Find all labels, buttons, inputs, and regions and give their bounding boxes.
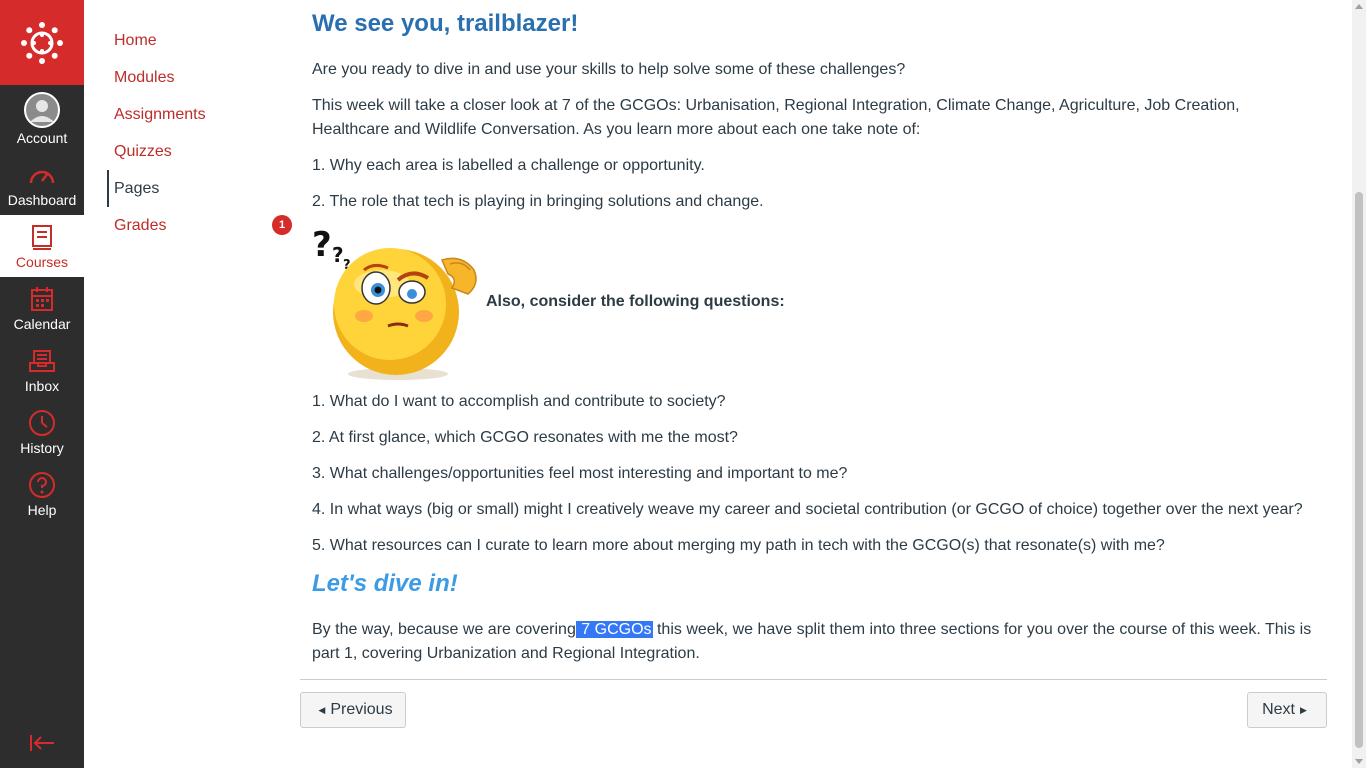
course-nav-quizzes[interactable]: Quizzes [108,133,278,170]
note-point: 2. The role that tech is playing in brin… [312,193,764,210]
help-icon [24,470,60,500]
svg-text:?: ? [332,243,344,267]
scroll-down-icon[interactable] [1355,759,1363,764]
grades-count-badge: 1 [272,215,292,235]
next-label: Next [1262,701,1295,718]
question-item: 3. What challenges/opportunities feel mo… [312,465,848,482]
vertical-scrollbar[interactable] [1352,0,1366,768]
question-item: 5. What resources can I curate to learn … [312,537,1165,554]
footer-divider [300,679,1327,680]
courses-icon [24,222,60,252]
history-icon [24,408,60,438]
next-button[interactable]: Next ▶ [1247,692,1327,728]
dashboard-icon [24,160,60,190]
nav-inbox[interactable]: Inbox [0,339,84,401]
course-nav-label: Assignments [114,105,206,123]
nav-label: Help [27,502,57,518]
course-nav-label: Grades [114,216,167,234]
previous-button[interactable]: ◀ Previous [300,692,406,728]
global-navigation: Account Dashboard Courses Calendar Inbox… [0,0,84,768]
calendar-icon [24,284,60,314]
nav-label: Dashboard [7,192,77,208]
dive-heading: Let's dive in! [312,570,458,597]
nav-courses[interactable]: Courses [0,215,84,277]
thinking-emoji-image: ? ? ? [312,225,477,380]
nav-calendar[interactable]: Calendar [0,277,84,339]
nav-label: Account [16,130,68,146]
canvas-logo-icon [21,21,63,64]
course-nav-label: Home [114,31,157,49]
caret-left-icon: ◀ [318,704,326,715]
course-nav-label: Pages [114,179,160,197]
inbox-icon [24,346,60,376]
previous-label: Previous [330,701,393,718]
page-content: We see you, trailblazer! Are you ready t… [300,0,1352,768]
nav-help[interactable]: Help [0,463,84,525]
note-point: 1. Why each area is labelled a challenge… [312,157,705,174]
avatar-icon [24,92,60,128]
course-navigation: Home Modules Assignments Quizzes Pages G… [84,0,300,768]
question-item: 2. At first glance, which GCGO resonates… [312,429,738,446]
week-text: This week will take a closer look at 7 o… [312,97,1240,138]
course-nav-modules[interactable]: Modules [108,59,278,96]
closing-paragraph: By the way, because we are covering 7 GC… [312,618,1312,666]
nav-dashboard[interactable]: Dashboard [0,153,84,215]
collapse-icon [30,735,54,751]
nav-history[interactable]: History [0,401,84,463]
questions-label: Also, consider the following questions: [486,293,785,310]
canvas-logo[interactable] [0,0,84,85]
svg-text:?: ? [312,225,332,265]
question-item: 4. In what ways (big or small) might I c… [312,501,1303,518]
course-nav-label: Modules [114,68,175,86]
nav-label: Calendar [13,316,71,332]
closing-text-start: By the way, because we are covering [312,621,576,638]
course-nav-grades[interactable]: Grades 1 [108,207,292,244]
course-nav-pages[interactable]: Pages [107,170,278,207]
scroll-thumb[interactable] [1355,192,1363,748]
intro-text: Are you ready to dive in and use your sk… [312,61,906,78]
nav-account[interactable]: Account [0,85,84,153]
nav-label: Inbox [24,378,60,394]
page-title: We see you, trailblazer! [312,10,579,37]
question-item: 1. What do I want to accomplish and cont… [312,393,726,410]
collapse-nav-button[interactable] [0,726,84,760]
caret-right-icon: ▶ [1299,704,1307,715]
nav-label: Courses [15,254,69,270]
nav-label: History [20,440,64,456]
selected-text-highlight: 7 GCGOs [575,621,653,638]
course-nav-label: Quizzes [114,142,172,160]
questions-intro: ? ? ? Also, consider the following quest… [312,224,812,380]
course-nav-assignments[interactable]: Assignments [108,96,278,133]
course-nav-home[interactable]: Home [108,22,278,59]
scroll-up-icon[interactable] [1355,4,1363,9]
